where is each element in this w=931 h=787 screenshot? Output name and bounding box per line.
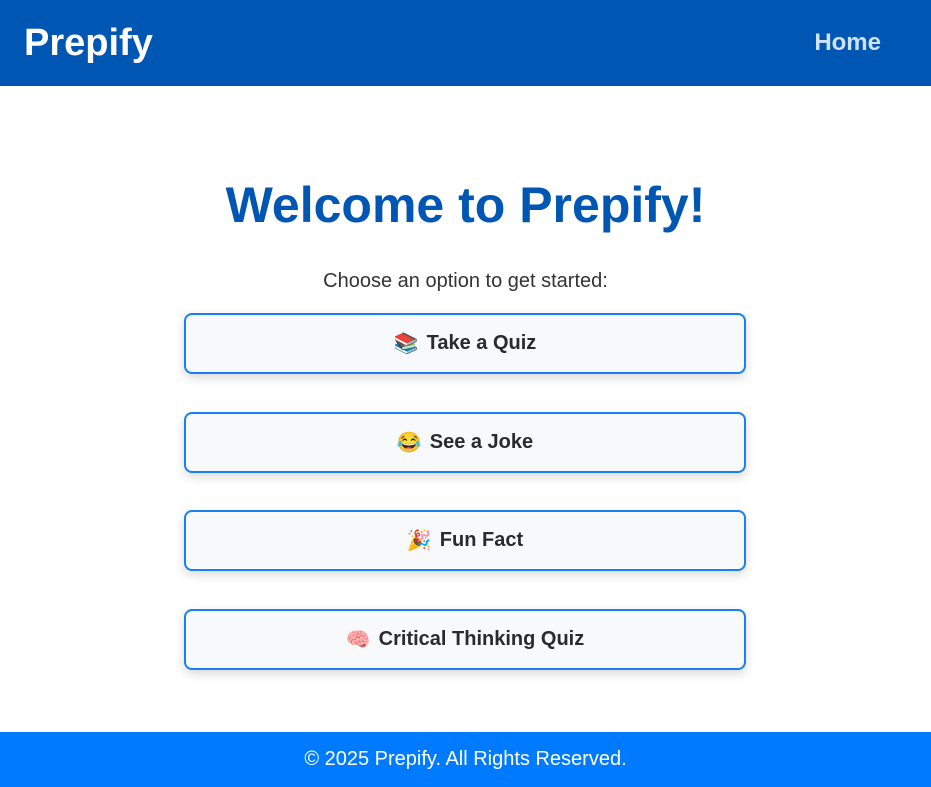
see-joke-label: See a Joke xyxy=(429,431,534,453)
fun-fact-button[interactable]: 🎉 Fun Fact xyxy=(184,510,746,571)
copyright-text: © 2025 Prepify. All Rights Reserved. xyxy=(304,748,627,770)
nav-home-link[interactable]: Home xyxy=(814,29,881,57)
see-joke-button[interactable]: 😂 See a Joke xyxy=(184,412,746,473)
critical-thinking-quiz-button[interactable]: 🧠 Critical Thinking Quiz xyxy=(184,609,746,670)
laughing-face-icon: 😂 xyxy=(396,431,422,454)
brand-logo[interactable]: Prepify xyxy=(24,22,153,65)
page-subtitle: Choose an option to get started: xyxy=(323,270,608,292)
books-icon: 📚 xyxy=(393,332,419,355)
main-content: Welcome to Prepify! Choose an option to … xyxy=(0,86,931,732)
party-popper-icon: 🎉 xyxy=(406,529,432,552)
fun-fact-label: Fun Fact xyxy=(439,529,524,551)
site-header: Prepify Home xyxy=(0,0,931,86)
brain-icon: 🧠 xyxy=(345,628,371,651)
page-title: Welcome to Prepify! xyxy=(225,177,706,233)
critical-thinking-quiz-label: Critical Thinking Quiz xyxy=(378,628,585,650)
site-footer: © 2025 Prepify. All Rights Reserved. xyxy=(0,732,931,787)
take-quiz-button[interactable]: 📚 Take a Quiz xyxy=(184,313,746,374)
take-quiz-label: Take a Quiz xyxy=(426,332,537,354)
